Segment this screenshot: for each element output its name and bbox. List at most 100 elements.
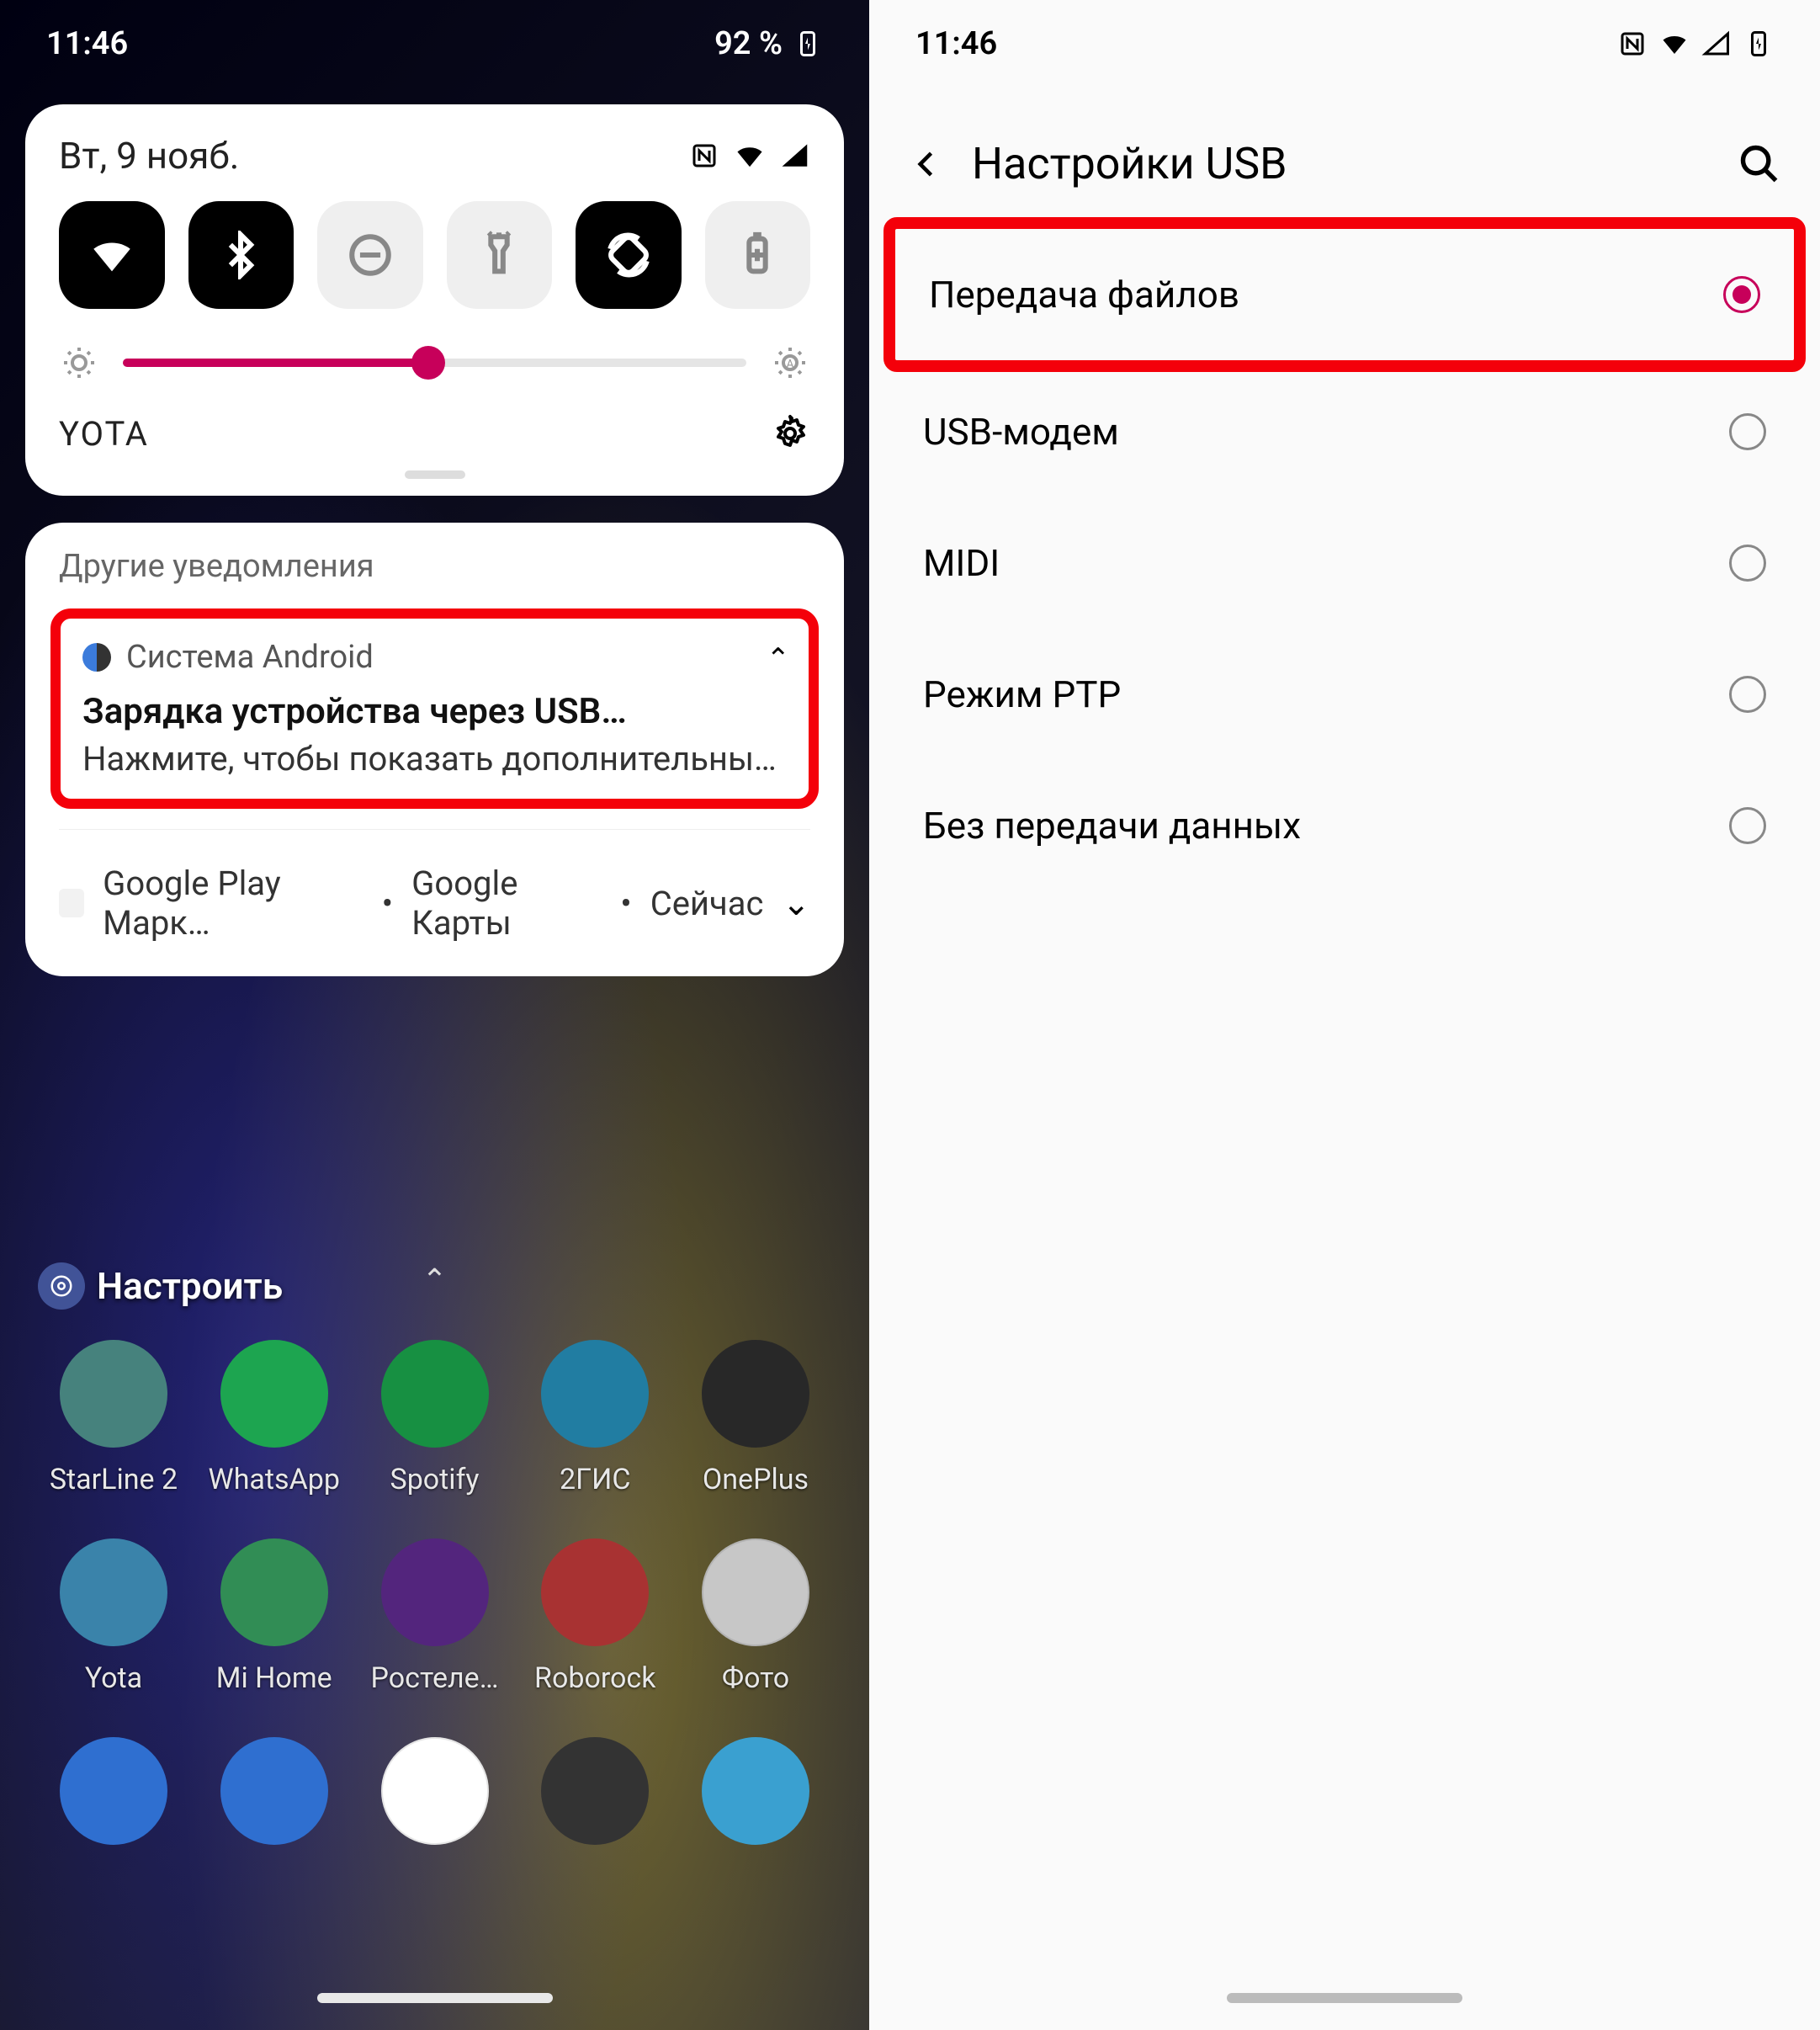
app-icon [381,1340,489,1448]
page-title: Настройки USB [972,138,1287,189]
customize-icon [38,1262,85,1310]
app-label: Ростеле… [371,1661,499,1695]
qs-tile-wifi[interactable] [59,201,165,309]
app-icon [381,1538,489,1646]
usb-option[interactable]: Передача файлов [883,217,1806,372]
brightness-thumb[interactable] [411,346,445,380]
status-bar-left: 11:46 92 % [0,0,869,88]
nav-pill[interactable] [1227,1993,1462,2003]
nfc-icon [689,141,719,171]
search-icon[interactable] [1738,142,1781,186]
notification-app-name: Система Android [126,639,374,676]
app-icon [60,1737,167,1845]
app-item[interactable]: Roborock [519,1538,671,1695]
app-item[interactable]: WhatsApp [199,1340,350,1496]
qs-tile-autorotate[interactable] [576,201,682,309]
app-label: OnePlus [703,1463,809,1496]
notification-usb[interactable]: Система Android ⌃ Зарядка устройства чер… [50,608,819,809]
qs-tile-bluetooth[interactable] [188,201,294,309]
qs-drag-handle[interactable] [405,470,465,479]
option-label: Передача файлов [929,273,1239,316]
phone-right-usb-settings: 11:46 Настройки USB Передача файлов USB-м… [869,0,1820,2030]
settings-header: Настройки USB [869,88,1820,223]
notification-body: Нажмите, чтобы показать дополнительны… [82,739,787,779]
group-app-a: Google Play Марк… [103,864,363,943]
divider [59,829,810,830]
app-icon [60,1538,167,1646]
brightness-low-icon [59,343,99,383]
svg-text:A: A [786,358,793,371]
home-screen: StarLine 2 WhatsApp Spotify 2ГИС OnePlus Yot… [0,1340,869,1887]
app-item[interactable]: Spotify [359,1340,511,1496]
customize-button[interactable]: Настроить [38,1262,283,1310]
app-label: WhatsApp [209,1463,340,1496]
phone-left-notification-shade: 11:46 92 % Вт, 9 нояб. [0,0,869,2030]
app-icon [702,1737,809,1845]
expand-icon[interactable]: ⌄ [782,884,810,923]
qs-tile-dnd[interactable] [317,201,423,309]
group-icon [59,889,84,917]
app-item[interactable]: Yota [38,1538,189,1695]
carrier-label: YOTA [59,414,149,454]
android-system-icon [82,643,111,672]
app-icon [381,1737,489,1845]
notification-group[interactable]: Google Play Марк… • Google Карты • Сейча… [25,850,844,956]
back-icon[interactable] [908,146,945,183]
notifications-header: Другие уведомления [25,548,844,600]
option-label: Режим PTP [923,672,1121,716]
app-icon [220,1737,328,1845]
battery-charging-icon [793,29,823,59]
app-item[interactable] [359,1737,511,1845]
radio-button[interactable] [1723,276,1760,313]
notifications-panel: Другие уведомления Система Android ⌃ Зар… [25,523,844,976]
usb-option[interactable]: MIDI [889,497,1800,629]
app-item[interactable]: Ростеле… [359,1538,511,1695]
battery-charging-icon [1743,29,1774,59]
app-icon [541,1340,649,1448]
usb-option[interactable]: Без передачи данных [889,760,1800,891]
radio-button[interactable] [1729,413,1766,450]
settings-gear-icon[interactable] [770,413,810,454]
app-icon [702,1538,809,1646]
status-time: 11:46 [915,25,997,62]
app-row-1: StarLine 2 WhatsApp Spotify 2ГИС OnePlus [38,1340,831,1496]
usb-option[interactable]: USB-модем [889,366,1800,497]
group-time: Сейчас [650,884,764,923]
app-item[interactable]: StarLine 2 [38,1340,189,1496]
dock [38,1737,831,1845]
nav-pill[interactable] [317,1993,553,2003]
app-item[interactable] [680,1737,831,1845]
group-app-b: Google Карты [411,864,602,943]
radio-button[interactable] [1729,807,1766,844]
app-item[interactable]: Mi Home [199,1538,350,1695]
wifi-icon [735,141,765,171]
qs-tile-flashlight[interactable] [447,201,553,309]
status-battery-pct: 92 % [714,25,783,62]
app-label: Roborock [534,1661,655,1695]
app-item[interactable] [199,1737,350,1845]
usb-option[interactable]: Режим PTP [889,629,1800,760]
app-item[interactable]: Фото [680,1538,831,1695]
app-label: Spotify [390,1463,480,1496]
app-item[interactable]: OnePlus [680,1340,831,1496]
app-label: Фото [722,1661,789,1695]
radio-button[interactable] [1729,676,1766,713]
notification-title: Зарядка устройства через USB… [82,691,787,732]
status-bar-right: 11:46 [869,0,1820,88]
brightness-auto-icon: A [770,343,810,383]
option-label: USB-модем [923,410,1119,454]
all-apps-caret-icon[interactable]: ⌃ [422,1262,447,1298]
collapse-icon[interactable]: ⌃ [767,642,791,676]
qs-tile-battery-saver[interactable] [705,201,811,309]
app-item[interactable] [519,1737,671,1845]
app-item[interactable] [38,1737,189,1845]
qs-tiles-row [59,201,810,309]
radio-button[interactable] [1729,545,1766,582]
app-label: Yota [85,1661,142,1695]
app-item[interactable]: 2ГИС [519,1340,671,1496]
status-time: 11:46 [46,25,128,62]
qs-date: Вт, 9 нояб. [59,134,239,178]
option-label: Без передачи данных [923,804,1301,848]
brightness-slider[interactable]: A [59,343,810,383]
app-icon [220,1340,328,1448]
